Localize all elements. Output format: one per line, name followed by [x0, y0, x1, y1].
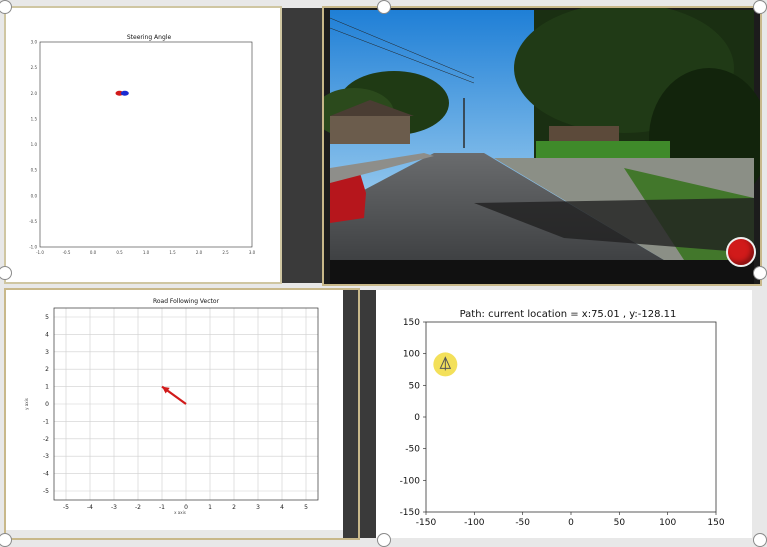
path-panel: Path: current location = x:75.01 , y:-12… — [376, 290, 752, 538]
top-gap — [280, 8, 324, 283]
resize-handle-top-right[interactable] — [753, 0, 767, 14]
y-tick-label: -100 — [400, 476, 421, 486]
top-left-frame — [4, 6, 282, 284]
y-tick-label: -50 — [405, 445, 420, 455]
y-tick-label: -150 — [400, 508, 421, 518]
x-tick-label: -100 — [464, 518, 485, 528]
bottom-left-frame — [4, 288, 360, 540]
x-tick-label: -50 — [515, 518, 530, 528]
y-tick-label: 50 — [409, 381, 421, 391]
tree-icon — [433, 352, 458, 377]
x-tick-label: 150 — [707, 518, 724, 528]
x-tick-labels: -150 -100 -50 0 50 100 150 — [416, 512, 725, 528]
y-tick-label: 0 — [414, 413, 420, 423]
x-tick-label: 100 — [659, 518, 676, 528]
x-tick-label: 0 — [568, 518, 574, 528]
resize-handle-top-center[interactable] — [377, 0, 391, 14]
y-tick-label: 100 — [403, 350, 420, 360]
resize-handle-middle-right[interactable] — [753, 266, 767, 280]
plot-frame — [425, 321, 717, 513]
resize-handle-bottom-left[interactable] — [0, 533, 12, 547]
resize-handle-bottom-right[interactable] — [753, 533, 767, 547]
top-right-frame — [322, 6, 762, 286]
x-tick-label: 50 — [614, 518, 626, 528]
chart-title: Path: current location = x:75.01 , y:-12… — [460, 309, 677, 320]
y-tick-label: 150 — [403, 318, 420, 328]
path-chart: Path: current location = x:75.01 , y:-12… — [400, 309, 725, 528]
resize-handle-bottom-center[interactable] — [377, 533, 391, 547]
x-tick-label: -150 — [416, 518, 437, 528]
y-tick-labels: 150 100 50 0 -50 -100 -150 — [400, 318, 426, 518]
